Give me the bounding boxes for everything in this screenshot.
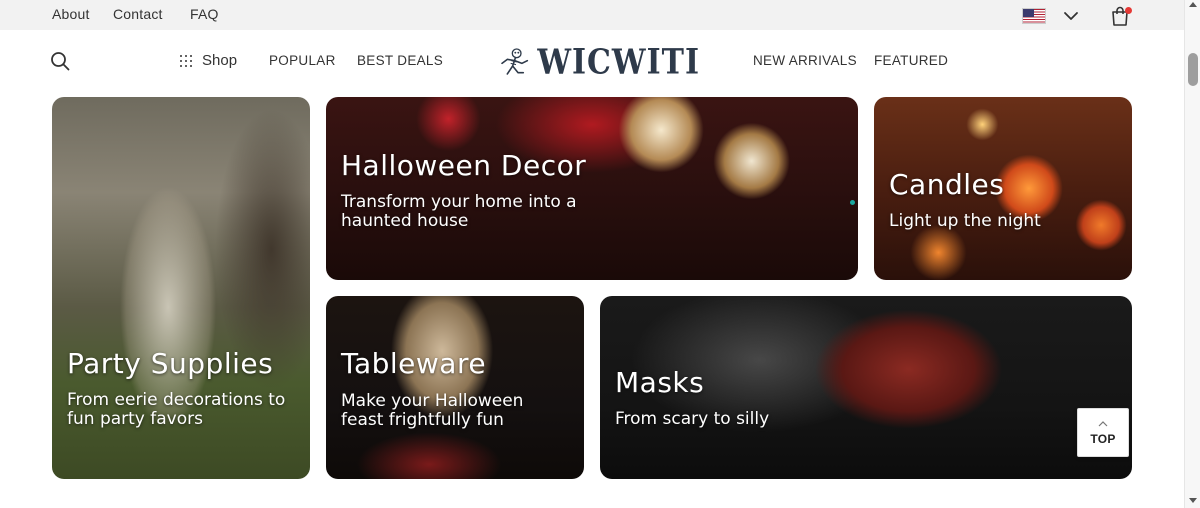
tile-subtitle: From scary to silly	[615, 409, 770, 429]
category-tile-tableware[interactable]: Tableware Make your Halloween feast frig…	[326, 296, 584, 479]
tile-subtitle: Transform your home into a haunted house	[341, 192, 577, 231]
category-tile-masks[interactable]: Masks From scary to silly	[600, 296, 1132, 479]
site-logo[interactable]: WICWITI	[494, 39, 700, 85]
chevron-down-icon[interactable]	[1062, 8, 1080, 24]
page-scrollbar[interactable]	[1184, 0, 1200, 508]
tile-title: Candles	[889, 168, 1005, 201]
main-nav: Shop POPULAR BEST DEALS WICWITI NEW ARRI…	[0, 30, 1184, 92]
tile-subtitle: From eerie decorations to fun party favo…	[67, 390, 286, 429]
category-tile-party-supplies[interactable]: Party Supplies From eerie decorations to…	[52, 97, 310, 479]
shop-label: Shop	[202, 52, 238, 69]
category-tile-halloween-decor[interactable]: Halloween Decor Transform your home into…	[326, 97, 858, 280]
tile-title: Halloween Decor	[341, 149, 587, 182]
scroll-down-arrow-icon[interactable]	[1189, 498, 1197, 503]
contact-link[interactable]: Contact	[113, 6, 163, 22]
tile-subtitle: Light up the night	[889, 211, 1041, 231]
nav-new-arrivals[interactable]: NEW ARRIVALS	[753, 53, 857, 68]
tile-title: Tableware	[341, 347, 487, 380]
scroll-up-arrow-icon[interactable]	[1189, 2, 1197, 7]
chevron-up-icon	[1098, 421, 1108, 427]
utility-bar: About Contact FAQ	[0, 0, 1184, 30]
shop-menu-button[interactable]: Shop	[180, 52, 237, 69]
about-link[interactable]: About	[52, 6, 90, 22]
indicator-dot	[850, 200, 855, 205]
us-flag-icon[interactable]	[1022, 8, 1046, 24]
nav-popular[interactable]: POPULAR	[269, 53, 336, 68]
nav-featured[interactable]: FEATURED	[874, 53, 948, 68]
search-icon[interactable]	[50, 51, 70, 71]
grid-icon	[180, 54, 192, 67]
back-to-top-label: TOP	[1090, 432, 1116, 446]
logo-wordmark: WICWITI	[537, 41, 700, 83]
nav-best-deals[interactable]: BEST DEALS	[357, 53, 443, 68]
cart-badge	[1125, 7, 1132, 14]
back-to-top-button[interactable]: TOP	[1077, 408, 1129, 457]
tile-title: Masks	[615, 366, 705, 399]
category-tile-candles[interactable]: Candles Light up the night	[874, 97, 1132, 280]
faq-link[interactable]: FAQ	[190, 6, 219, 22]
page: About Contact FAQ Shop POPULAR BEST DEAL…	[0, 0, 1200, 508]
scrollbar-thumb[interactable]	[1188, 53, 1198, 86]
tile-subtitle: Make your Halloween feast frightfully fu…	[341, 391, 524, 430]
tile-title: Party Supplies	[67, 347, 274, 380]
skeleton-mascot-icon	[501, 48, 529, 75]
